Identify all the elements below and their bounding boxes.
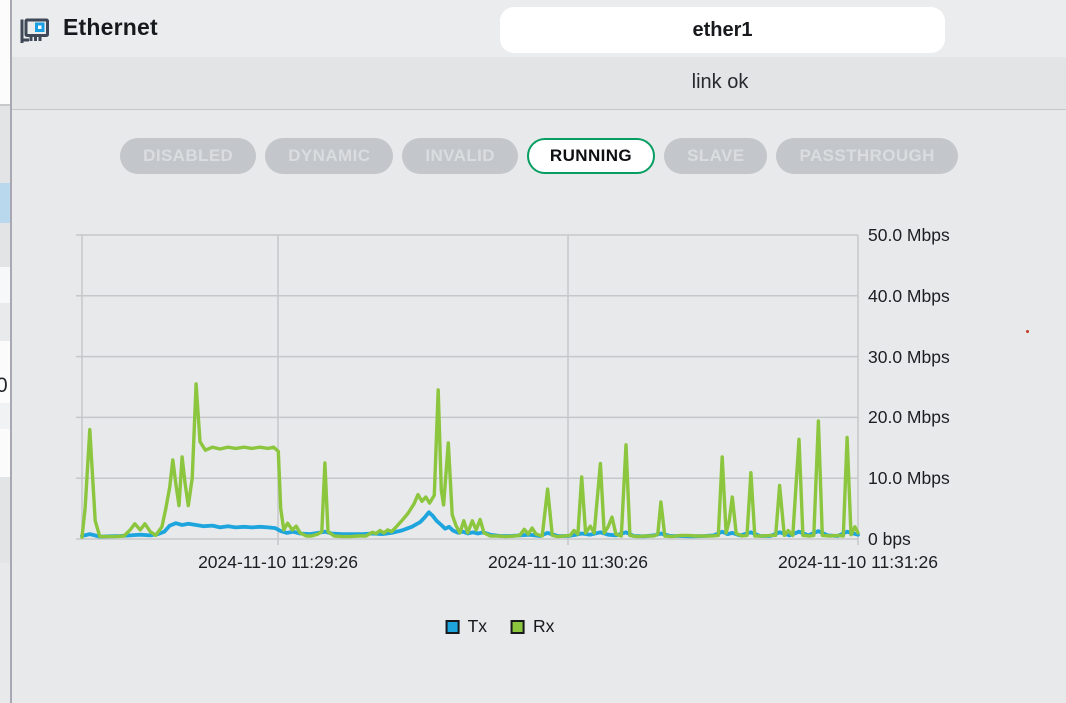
background-band — [0, 477, 10, 563]
background-band — [0, 563, 10, 703]
badges-row: DISABLEDDYNAMICINVALIDRUNNINGSLAVEPASSTH… — [12, 138, 1066, 174]
background-page-strip: 0 — [0, 0, 10, 703]
link-status-text: link ok — [610, 71, 830, 94]
badge-invalid: INVALID — [402, 138, 518, 174]
y-tick-label: 30.0 Mbps — [868, 344, 988, 370]
interface-name-field[interactable]: ether1 — [500, 7, 945, 53]
clipped-background-text: 0 — [0, 374, 8, 398]
badge-dynamic: DYNAMIC — [265, 138, 393, 174]
badge-slave: SLAVE — [664, 138, 767, 174]
chart-legend: Tx Rx — [446, 616, 555, 637]
y-tick-label: 40.0 Mbps — [868, 283, 988, 309]
background-band — [0, 303, 10, 341]
background-band — [0, 429, 10, 477]
legend-item-tx: Tx — [446, 616, 487, 637]
background-band — [0, 106, 10, 183]
background-band — [0, 341, 10, 373]
background-band — [0, 403, 10, 429]
header-bar: Ethernet ether1 — [12, 0, 1066, 57]
y-tick-label: 0 bps — [868, 526, 988, 552]
background-band — [0, 183, 10, 223]
series-rx — [82, 384, 858, 537]
network-card-icon — [17, 12, 53, 48]
background-band — [0, 223, 10, 267]
link-status-row: link ok — [12, 57, 1066, 110]
badge-running: RUNNING — [527, 138, 655, 174]
x-tick-label: 2024-11-10 11:30:26 — [456, 552, 680, 573]
badge-disabled: DISABLED — [120, 138, 256, 174]
y-tick-label: 20.0 Mbps — [868, 404, 988, 430]
x-tick-label: 2024-11-10 11:29:26 — [166, 552, 390, 573]
background-band — [0, 267, 10, 303]
legend-label: Tx — [468, 616, 487, 637]
legend-swatch-rx — [511, 620, 525, 634]
y-tick-label: 50.0 Mbps — [868, 222, 988, 248]
legend-item-rx: Rx — [511, 616, 554, 637]
y-tick-label: 10.0 Mbps — [868, 465, 988, 491]
background-band — [0, 104, 10, 106]
badge-passthrough: PASSTHROUGH — [776, 138, 957, 174]
legend-swatch-tx — [446, 620, 460, 634]
background-band — [0, 0, 10, 104]
red-dot-artifact — [1026, 330, 1029, 333]
page-title: Ethernet — [63, 14, 158, 41]
traffic-chart — [82, 235, 858, 539]
legend-label: Rx — [533, 616, 554, 637]
x-tick-label: 2024-11-10 11:31:26 — [746, 552, 970, 573]
panel-left-divider — [10, 0, 12, 703]
